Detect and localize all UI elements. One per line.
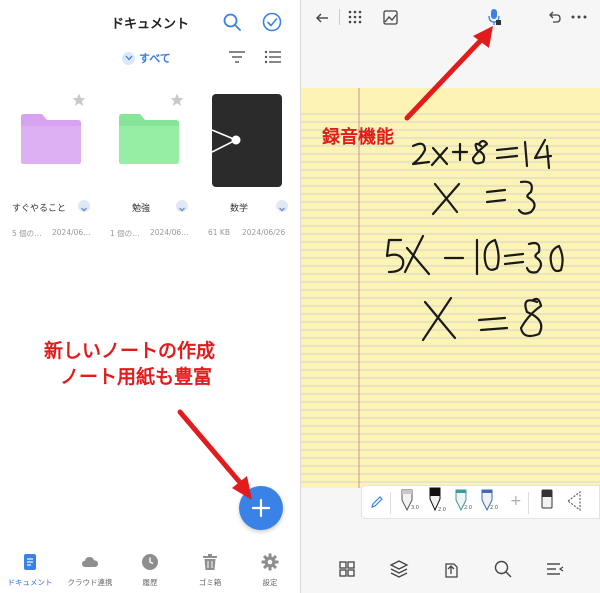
document-browser: ドキュメント すべて すぐやること 5 個の… 2024/06… 勉強 1 個の…	[0, 0, 300, 593]
annotation-arrow	[177, 409, 252, 500]
note-editor: 3.0 2.0 2.0 2.0 + 録音機能	[301, 0, 600, 593]
screen: ドキュメント すべて すぐやること 5 個の… 2024/06… 勉強 1 個の…	[0, 0, 600, 593]
annotation-arrow	[404, 26, 493, 121]
